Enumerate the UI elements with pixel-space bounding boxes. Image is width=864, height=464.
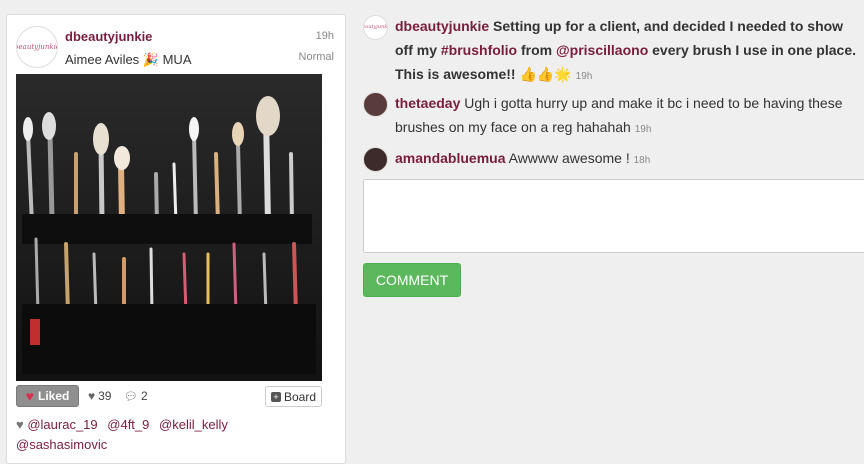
avatar-logo-text: beautyjunkie: [16, 42, 58, 51]
likes-stat[interactable]: ♥ 39: [88, 389, 111, 403]
post-time: 19h: [315, 30, 334, 42]
post-actions: ♥ Liked ♥ 39 💬︎ 2 + Board: [16, 385, 322, 409]
comment-item: amandabluemua Awwww awesome ! 18h: [363, 146, 863, 173]
commenter-avatar[interactable]: [363, 147, 388, 172]
liker-link[interactable]: @4ft_9: [107, 417, 149, 432]
comments-panel: beautyjunkie dbeautyjunkie Setting up fo…: [363, 14, 863, 173]
post-username[interactable]: dbeautyjunkie: [65, 29, 152, 44]
caption: beautyjunkie dbeautyjunkie Setting up fo…: [363, 14, 863, 89]
comment-text: Ugh i gotta hurry up and make it bc i ne…: [395, 95, 843, 135]
liked-button[interactable]: ♥ Liked: [16, 385, 79, 407]
hashtag-link[interactable]: #brushfolio: [441, 42, 517, 58]
post-card: beautyjunkie dbeautyjunkie Aimee Aviles …: [6, 14, 346, 464]
emoji-thumbs-star: 👍👍🌟: [519, 66, 572, 82]
liker-link[interactable]: @kelil_kelly: [159, 417, 228, 432]
comment-input[interactable]: [363, 179, 864, 253]
board-label: Board: [283, 389, 316, 404]
comment-time: 19h: [634, 124, 652, 135]
caption-username[interactable]: dbeautyjunkie: [395, 18, 489, 34]
board-button[interactable]: + Board: [264, 386, 322, 407]
comment-bubble-icon: 💬︎: [124, 390, 138, 403]
heart-icon: ♥: [25, 388, 34, 404]
liker-link[interactable]: @laurac_19: [27, 417, 97, 432]
comment-item: thetaeday Ugh i gotta hurry up and make …: [363, 91, 863, 142]
caption-avatar[interactable]: beautyjunkie: [363, 15, 388, 40]
commenter-username[interactable]: thetaeday: [395, 95, 460, 111]
plus-square-icon: +: [270, 391, 281, 402]
commenter-avatar[interactable]: [363, 92, 388, 117]
liker-link[interactable]: @sashasimovic: [16, 437, 107, 452]
brush-roll-image: [16, 74, 322, 381]
liked-label: Liked: [37, 389, 70, 403]
mention-link[interactable]: @priscillaono: [556, 42, 648, 58]
comments-count: 2: [140, 389, 148, 403]
heart-icon: ♥: [16, 417, 24, 432]
commenter-username[interactable]: amandabluemua: [395, 150, 505, 166]
post-fullname: Aimee Aviles 🎉 MUA: [65, 52, 192, 67]
caption-text: dbeautyjunkie Setting up for a client, a…: [395, 18, 856, 82]
comment-submit-button[interactable]: COMMENT: [363, 263, 461, 297]
caption-time: 19h: [575, 71, 593, 82]
avatar-logo-text: beautyjunkie: [364, 24, 388, 30]
post-avatar[interactable]: beautyjunkie: [16, 26, 58, 68]
post-filter: Normal: [298, 51, 334, 63]
post-photo[interactable]: [16, 74, 322, 381]
comment-text: Awwww awesome !: [508, 150, 630, 166]
caption-text-part: from: [517, 42, 557, 58]
comments-stat[interactable]: 💬︎ 2: [124, 389, 148, 403]
comment-time: 18h: [633, 155, 651, 166]
likers-list: ♥ @laurac_19 @4ft_9 @kelil_kelly @sashas…: [16, 415, 336, 455]
heart-icon: ♥: [88, 389, 96, 403]
likes-count: 39: [98, 389, 112, 403]
